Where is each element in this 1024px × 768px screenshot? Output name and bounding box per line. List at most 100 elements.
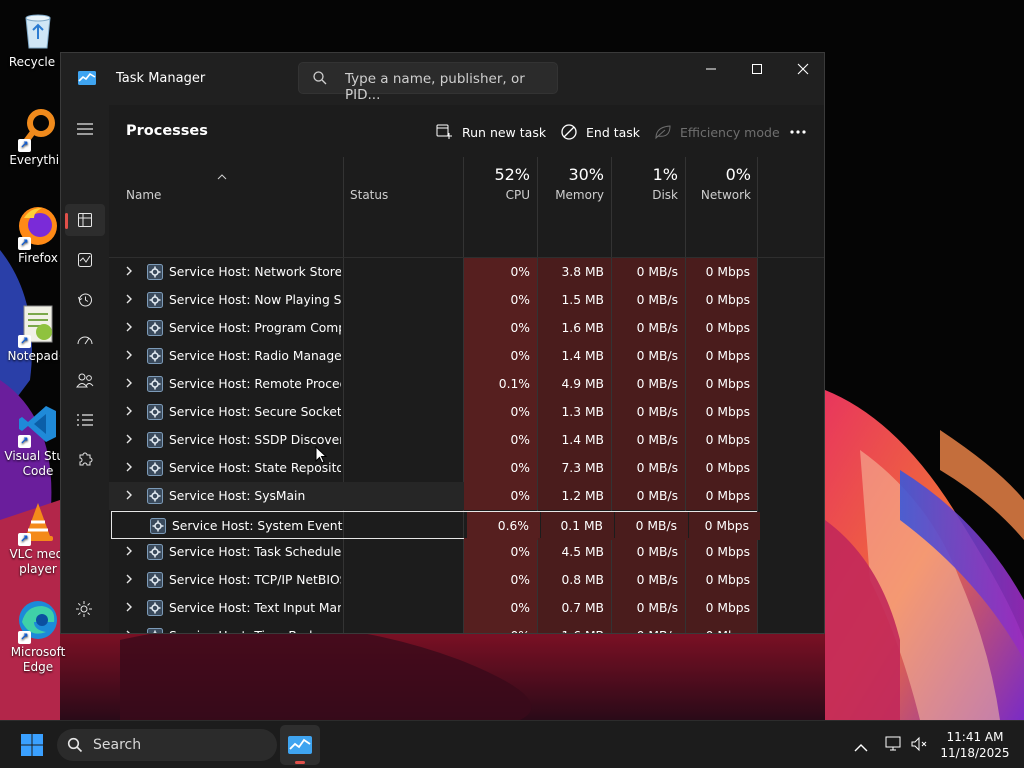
service-gear-icon <box>147 292 163 308</box>
process-memory-value: 1.2 MB <box>561 489 604 503</box>
minimize-button[interactable] <box>688 53 734 85</box>
process-network-value: 0 Mbps <box>705 377 750 391</box>
show-hidden-icons-button[interactable] <box>854 738 868 757</box>
process-network-value: 0 Mbps <box>705 461 750 475</box>
process-network-value: 0 Mbps <box>705 489 750 503</box>
process-memory-value: 1.4 MB <box>561 349 604 363</box>
more-options-button[interactable] <box>789 121 815 143</box>
volume-tray-icon[interactable] <box>910 736 928 756</box>
run-new-task-button[interactable]: Run new task <box>436 121 546 143</box>
process-row[interactable]: Service Host: Radio Managem... 0% 1.4 MB 0 … <box>109 342 757 370</box>
process-cpu-value: 0.1% <box>498 377 530 391</box>
process-disk-value: 0 MB/s <box>636 545 678 559</box>
nav-details[interactable] <box>65 404 105 436</box>
vscode-icon: ↗ <box>16 402 60 448</box>
expand-chevron-icon[interactable] <box>125 321 137 335</box>
service-gear-icon <box>147 264 163 280</box>
process-row[interactable]: Service Host: SSDP Discovery 0% 1.4 MB 0 MB… <box>109 426 757 454</box>
process-row[interactable]: Service Host: System Event N... 0.6% 0.1 M… <box>111 511 760 540</box>
process-row[interactable]: Service Host: State Repository ...0%7.3 … <box>109 454 757 482</box>
column-cpu[interactable]: 52% CPU <box>464 157 537 207</box>
task-manager-logo-icon <box>288 736 312 754</box>
desktop-icon-label: Microsoft Edge <box>10 645 66 674</box>
process-disk-value: 0 MB/s <box>637 629 678 633</box>
expand-chevron-icon[interactable] <box>125 601 137 615</box>
process-cpu-value: 0% <box>510 433 530 447</box>
process-row[interactable]: Service Host: Remote Procedu... 0.1% 4.9 M… <box>109 370 757 398</box>
start-button[interactable] <box>20 733 44 757</box>
process-cpu-value: 0% <box>510 293 530 307</box>
details-list-icon <box>77 414 93 426</box>
process-disk-value: 0 MB/s <box>636 349 678 363</box>
column-status-label: Status <box>350 188 389 202</box>
clock-date: 11/18/2025 <box>940 746 1010 760</box>
process-row[interactable]: Service Host: Time Broker 0% 1.6 MB 0 MB/s 0… <box>109 622 757 633</box>
process-row[interactable]: Service Host: Secure Socket T... 0% 1.3 MB… <box>109 398 757 426</box>
cpu-total: 52% <box>494 165 530 184</box>
column-status[interactable]: Status <box>344 157 463 207</box>
process-disk-value: 0 MB/s <box>636 601 678 615</box>
chevron-up-icon <box>854 744 868 752</box>
column-network[interactable]: 0% Network <box>686 157 758 207</box>
close-button[interactable] <box>780 53 824 85</box>
expand-chevron-icon[interactable] <box>125 433 137 447</box>
expand-chevron-icon[interactable] <box>125 293 137 307</box>
expand-chevron-icon[interactable] <box>125 405 137 419</box>
process-row[interactable]: Service Host: Network Store In... 0% 3.8 M… <box>109 258 757 286</box>
process-row[interactable]: Service Host: TCP/IP NetBIOS ... 0% 0.8 MB… <box>109 566 757 594</box>
taskbar-search-label: Search <box>93 737 142 753</box>
task-manager-logo-icon <box>78 70 96 85</box>
service-gear-icon <box>147 488 163 504</box>
expand-chevron-icon[interactable] <box>125 489 137 503</box>
expand-chevron-icon[interactable] <box>125 349 137 363</box>
expand-chevron-icon[interactable] <box>125 377 137 391</box>
taskbar-search[interactable]: Search <box>57 729 277 761</box>
expand-chevron-icon[interactable] <box>125 545 137 559</box>
process-row[interactable]: Service Host: Program Compa... 0% 1.6 MB 0 … <box>109 314 757 342</box>
efficiency-mode-button[interactable]: Efficiency mode <box>654 121 780 143</box>
taskbar-task-manager[interactable] <box>280 725 320 765</box>
column-name[interactable]: Name <box>109 157 343 207</box>
expand-chevron-icon[interactable] <box>125 461 137 475</box>
process-row[interactable]: Service Host: SysMain 0% 1.2 MB 0 MB/s 0 Mbp… <box>109 482 757 510</box>
process-name: Service Host: Program Compa... <box>169 321 341 335</box>
search-box[interactable]: Type a name, publisher, or PID... <box>298 62 558 103</box>
run-new-task-label: Run new task <box>462 124 547 140</box>
process-disk-value: 0 MB/s <box>636 489 678 503</box>
system-clock[interactable]: 11:41 AM 11/18/2025 <box>930 729 1020 761</box>
service-gear-icon <box>147 600 163 616</box>
search-placeholder: Type a name, publisher, or PID... <box>345 71 525 103</box>
column-memory[interactable]: 30% Memory <box>538 157 611 207</box>
process-row[interactable]: Service Host: Now Playing Ses... 0% 1.5 MB… <box>109 286 757 314</box>
nav-startup-apps[interactable] <box>65 324 105 356</box>
nav-app-history[interactable] <box>65 284 105 316</box>
process-row[interactable]: Service Host: Task Scheduler 0% 4.5 MB 0 MB… <box>109 538 757 566</box>
expand-chevron-icon[interactable] <box>125 629 137 633</box>
expand-chevron-icon[interactable] <box>125 265 137 279</box>
maximize-button[interactable] <box>734 53 780 85</box>
mouse-cursor <box>315 445 328 468</box>
shortcut-arrow-icon: ↗ <box>18 139 31 152</box>
nav-services[interactable] <box>65 444 105 476</box>
network-tray-icon[interactable] <box>885 736 903 756</box>
service-gear-icon <box>147 376 163 392</box>
clock-time: 11:41 AM <box>946 730 1004 744</box>
process-memory-value: 4.5 MB <box>561 545 604 559</box>
settings-gear-button[interactable] <box>74 599 94 623</box>
process-row[interactable]: Service Host: Text Input Mana... 0% 0.7 MB… <box>109 594 757 622</box>
end-task-button[interactable]: End task <box>560 121 640 143</box>
expand-chevron-icon[interactable] <box>125 573 137 587</box>
column-disk[interactable]: 1% Disk <box>612 157 685 207</box>
process-memory-value: 0.7 MB <box>561 601 604 615</box>
nav-performance[interactable] <box>65 244 105 276</box>
process-memory-value: 3.8 MB <box>561 265 604 279</box>
disk-total: 1% <box>652 165 678 184</box>
nav-processes[interactable] <box>65 204 105 236</box>
shortcut-arrow-icon: ↗ <box>18 435 31 448</box>
process-network-value: 0 Mbps <box>705 349 750 363</box>
network-label: Network <box>700 188 751 202</box>
process-network-value: 0 Mbps <box>705 405 750 419</box>
nav-users[interactable] <box>65 364 105 396</box>
hamburger-menu-button[interactable] <box>65 113 105 145</box>
title-bar[interactable]: Task Manager Type a name, publisher, or … <box>61 53 824 105</box>
